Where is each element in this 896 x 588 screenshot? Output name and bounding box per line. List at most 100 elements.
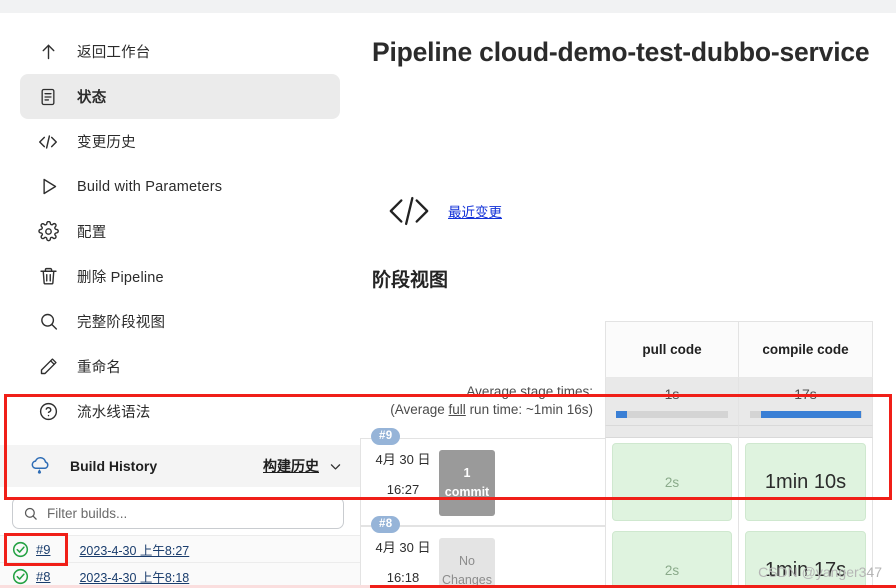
average-bar-fill: [760, 411, 862, 418]
stage-header-pull-code[interactable]: pull code: [605, 321, 739, 378]
sidebar-item-label: 重命名: [77, 360, 122, 376]
build-number-link[interactable]: #8: [36, 569, 50, 584]
sidebar-nav: 返回工作台 状态 变更历史 Build with Parameters 配置 删…: [0, 13, 360, 434]
main-content: Pipeline cloud-demo-test-dubbo-service 最…: [360, 13, 896, 588]
up-arrow-icon: [37, 41, 59, 63]
success-check-icon: [12, 541, 29, 558]
build-date: 4月 30 日: [375, 540, 431, 555]
average-stage-times-row: Average stage times: (Average full run t…: [360, 378, 896, 426]
build-history-title: Build History: [70, 458, 158, 474]
build-history-row-9[interactable]: #9 2023-4-30 上午8:27: [0, 533, 360, 566]
stage-duration: 1min 10s: [764, 470, 847, 493]
build-history-panel: Build History 构建历史 #9 20: [0, 445, 360, 588]
spacer-cell: [605, 426, 739, 438]
stage-cell-8-pull-code[interactable]: 2s: [605, 526, 739, 588]
sidebar-item-label: Build with Parameters: [77, 178, 223, 195]
stage-cell-9-pull-code[interactable]: 2s: [605, 438, 739, 526]
build-info-inner: 4月 30 日 16:27 1 commit: [361, 439, 605, 516]
sidebar: 返回工作台 状态 变更历史 Build with Parameters 配置 删…: [0, 13, 360, 588]
watermark: CSDN @yanger347: [758, 564, 882, 580]
build-filter[interactable]: [12, 497, 344, 529]
sidebar-item-label: 配置: [77, 225, 107, 241]
stage-box[interactable]: 2s: [612, 531, 732, 588]
commit-chip[interactable]: 1 commit: [439, 450, 495, 516]
gear-icon: [37, 221, 59, 243]
average-stage-times-label: Average stage times:: [466, 384, 593, 399]
stage-header-compile-code[interactable]: compile code: [739, 321, 873, 378]
average-bar-fill: [616, 411, 628, 418]
sidebar-item-delete-pipeline[interactable]: 删除 Pipeline: [20, 254, 340, 299]
weather-cloud-icon: [28, 455, 54, 477]
stage-header-row: pull code compile code: [360, 321, 896, 378]
build-info-inner: 4月 30 日 16:18 No Changes: [361, 527, 605, 588]
commit-chip[interactable]: No Changes: [439, 538, 495, 588]
stage-duration: 2s: [664, 562, 680, 578]
build-date-block: 4月 30 日 16:27: [361, 450, 439, 516]
sidebar-item-full-stage-view[interactable]: 完整阶段视图: [20, 299, 340, 344]
trash-icon: [37, 266, 59, 288]
search-icon: [23, 506, 38, 521]
document-icon: [37, 86, 59, 108]
build-history-header: Build History 构建历史: [0, 445, 360, 487]
sidebar-item-label: 完整阶段视图: [77, 315, 166, 331]
stage-cell-9-compile-code[interactable]: 1min 10s: [739, 438, 873, 526]
sidebar-item-label: 删除 Pipeline: [77, 270, 164, 286]
stage-box[interactable]: 2s: [612, 443, 732, 521]
build-filter-container: [0, 487, 360, 535]
recent-changes-link[interactable]: 最近变更: [448, 201, 502, 221]
build-timestamp-link[interactable]: 2023-4-30 上午8:18: [79, 567, 189, 586]
average-duration: 1s: [664, 386, 680, 402]
build-info-9: #9 4月 30 日 16:27 1 commit: [360, 428, 605, 526]
top-strip: [0, 0, 896, 13]
filter-builds-input[interactable]: [47, 505, 333, 521]
sidebar-item-label: 变更历史: [77, 135, 136, 151]
stage-build-row-9: #9 4月 30 日 16:27 1 commit 2s 1min 10s: [360, 428, 896, 526]
average-cell-compile-code: 17s: [739, 378, 873, 426]
success-check-icon: [12, 568, 29, 585]
stage-header-spacer: [360, 321, 605, 378]
sidebar-item-rename[interactable]: 重命名: [20, 344, 340, 389]
sidebar-item-configure[interactable]: 配置: [20, 209, 340, 254]
stage-box[interactable]: 1min 10s: [745, 443, 866, 521]
average-duration: 17s: [794, 386, 817, 402]
average-labels: Average stage times: (Average full run t…: [360, 378, 605, 426]
build-info-8: #8 4月 30 日 16:18 No Changes: [360, 516, 605, 588]
commit-count: 1: [463, 466, 471, 481]
sidebar-item-label: 状态: [77, 90, 107, 106]
build-date-block: 4月 30 日 16:18: [361, 538, 439, 588]
play-icon: [37, 176, 59, 198]
sidebar-item-pipeline-syntax[interactable]: 流水线语法: [20, 389, 340, 434]
pencil-icon: [37, 356, 59, 378]
commit-count: No: [459, 554, 475, 569]
code-icon: [37, 131, 59, 153]
build-badge[interactable]: #8: [371, 516, 401, 533]
build-timestamp-link[interactable]: 2023-4-30 上午8:27: [79, 540, 189, 559]
sidebar-item-back-to-dashboard[interactable]: 返回工作台: [20, 29, 340, 74]
screenshot-root: 返回工作台 状态 变更历史 Build with Parameters 配置 删…: [0, 0, 896, 588]
sidebar-item-label: 流水线语法: [77, 405, 151, 421]
average-bar-compile-code: [749, 411, 862, 418]
build-badge[interactable]: #9: [371, 428, 401, 445]
search-icon: [37, 311, 59, 333]
sidebar-item-label: 返回工作台: [77, 45, 151, 61]
question-icon: [37, 401, 59, 423]
average-cell-pull-code: 1s: [605, 378, 739, 426]
build-number-link[interactable]: #9: [36, 542, 50, 557]
page-title: Pipeline cloud-demo-test-dubbo-service: [372, 37, 870, 67]
chevron-down-icon[interactable]: [329, 460, 342, 473]
build-time: 16:27: [386, 482, 420, 498]
average-full-run-time-label: (Average full run time: ~1min 16s): [390, 402, 593, 417]
commit-label: commit: [444, 485, 490, 499]
code-icon: [386, 191, 432, 231]
build-date: 4月 30 日: [375, 452, 431, 467]
sidebar-item-build-with-parameters[interactable]: Build with Parameters: [20, 164, 340, 209]
stage-view-heading: 阶段视图: [372, 270, 449, 291]
build-history-link[interactable]: 构建历史: [263, 456, 319, 476]
stage-spacer-row: [360, 426, 896, 438]
stage-duration: 2s: [664, 474, 680, 490]
spacer-cell: [739, 426, 873, 438]
average-bar-pull-code: [616, 411, 728, 418]
sidebar-item-change-history[interactable]: 变更历史: [20, 119, 340, 164]
stage-view-table: pull code compile code Average stage tim…: [360, 321, 896, 588]
sidebar-item-status[interactable]: 状态: [20, 74, 340, 119]
